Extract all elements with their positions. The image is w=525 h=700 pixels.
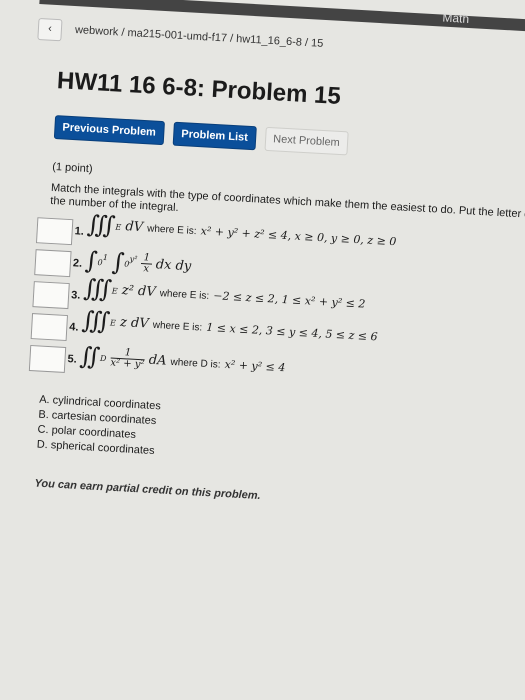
answer-input-2[interactable] — [34, 249, 72, 278]
integral-number-1: 1. — [74, 225, 85, 238]
partial-credit-note: You can earn partial credit on this prob… — [34, 477, 261, 503]
condition-1: x² + y² + z² ≤ 4, x ≥ 0, y ≥ 0, z ≥ 0 — [200, 224, 397, 249]
problem-nav: Previous Problem Problem List Next Probl… — [53, 115, 354, 156]
problem-list-button[interactable]: Problem List — [172, 121, 257, 151]
condition-5: x² + y² ≤ 4 — [224, 357, 286, 375]
integral-number-3: 3. — [70, 289, 81, 302]
back-chevron-icon[interactable]: ‹ — [37, 17, 63, 42]
where-label-3: where E is: — [159, 288, 210, 302]
screenshot-stage: Math ‹ webwork / ma215-001-umd-f17 / hw1… — [0, 0, 525, 700]
breadcrumb-text[interactable]: webwork / ma215-001-umd-f17 / hw11_16_6-… — [75, 24, 324, 50]
page-title: HW11 16 6-8: Problem 15 — [56, 67, 342, 110]
next-problem-button[interactable]: Next Problem — [264, 126, 349, 156]
where-label-5: where D is: — [170, 356, 221, 371]
answer-input-1[interactable] — [35, 217, 74, 246]
top-band-text: Math — [442, 10, 470, 26]
integral-number-2: 2. — [72, 257, 83, 270]
answer-input-5[interactable] — [28, 345, 67, 373]
coordinate-options: A. cylindrical coordinates B. cartesian … — [36, 394, 499, 478]
problem-body: (1 point) Match the integrals with the t… — [28, 161, 525, 516]
where-label-1: where E is: — [146, 223, 197, 238]
where-label-4: where E is: — [152, 319, 203, 334]
integral-expression-2: ∫01 ∫0y² 1x dx dy — [84, 246, 192, 277]
integral-number-5: 5. — [67, 353, 78, 366]
integral-number-4: 4. — [69, 321, 79, 334]
breadcrumb: ‹ webwork / ma215-001-umd-f17 / hw11_16_… — [37, 17, 324, 56]
rotated-page: Math ‹ webwork / ma215-001-umd-f17 / hw1… — [1, 0, 525, 700]
previous-problem-button[interactable]: Previous Problem — [53, 115, 165, 146]
answer-input-3[interactable] — [32, 281, 70, 310]
answer-input-4[interactable] — [30, 313, 69, 342]
